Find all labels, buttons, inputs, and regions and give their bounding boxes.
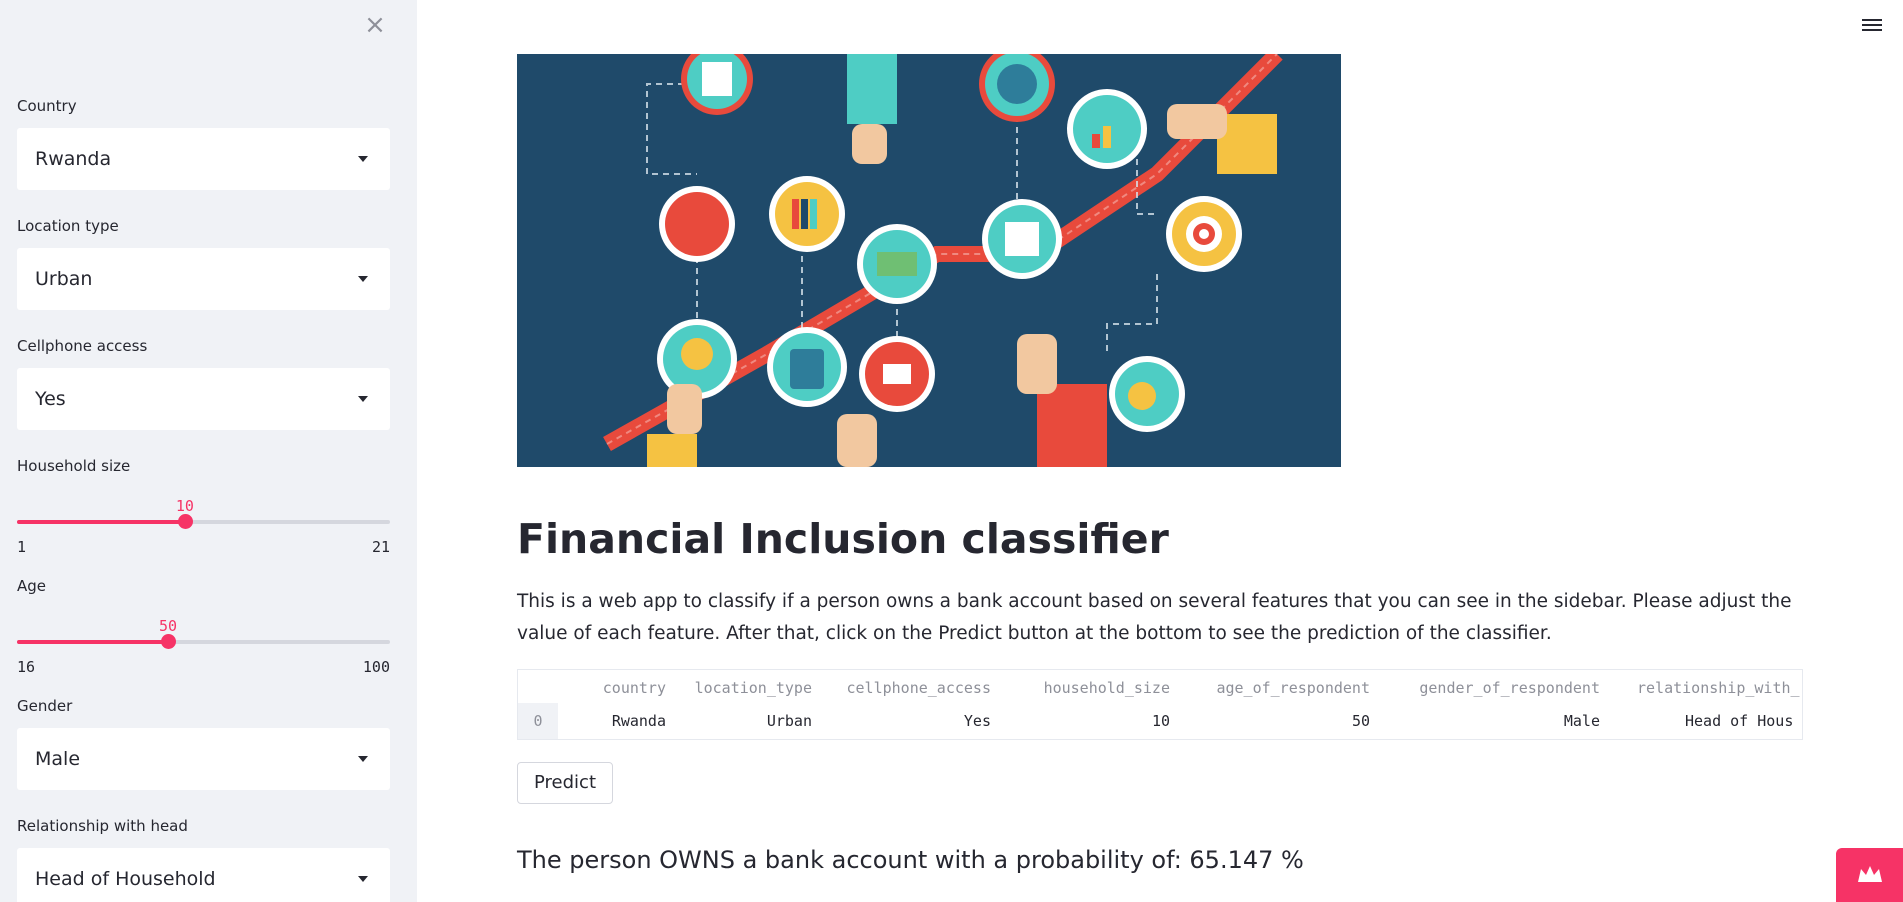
cell-age: 50 (1351, 712, 1370, 730)
household-slider-track[interactable] (17, 514, 390, 529)
crown-icon-svg (1858, 866, 1882, 882)
close-icon[interactable]: × (362, 10, 388, 40)
input-dataframe: country location_type cellphone_access h… (517, 669, 1803, 740)
location-label: Location type (17, 217, 119, 235)
chevron-down-icon (358, 756, 368, 762)
chevron-down-icon (358, 156, 368, 162)
hero-illustration (517, 54, 1341, 467)
cellphone-field: Cellphone access Yes (17, 337, 390, 430)
location-value: Urban (35, 268, 93, 290)
cellphone-select[interactable]: Yes (17, 368, 390, 430)
age-slider-value: 50 (158, 617, 178, 635)
gender-label: Gender (17, 697, 73, 715)
country-select[interactable]: Rwanda (17, 128, 390, 190)
cell-country: Rwanda (611, 712, 666, 730)
hamburger-icon[interactable] (1862, 16, 1882, 36)
column-header-country: country (602, 679, 666, 697)
column-header-location-type: location_type (694, 679, 812, 697)
gender-value: Male (35, 748, 81, 770)
country-field: Country Rwanda (17, 97, 390, 190)
age-slider-track[interactable] (17, 634, 390, 649)
household-field: Household size 10 1 21 (17, 457, 390, 556)
gender-field: Gender Male (17, 697, 390, 790)
country-label: Country (17, 97, 77, 115)
dataframe-header: country location_type cellphone_access h… (518, 670, 1802, 703)
household-slider-thumb[interactable] (177, 514, 193, 529)
age-slider-max: 100 (362, 658, 390, 676)
cell-location-type: Urban (766, 712, 812, 730)
household-slider[interactable]: 10 1 21 (17, 475, 390, 556)
country-value: Rwanda (35, 148, 112, 170)
chevron-down-icon (358, 276, 368, 282)
cell-gender: Male (1563, 712, 1600, 730)
row-index: 0 (533, 712, 543, 730)
relationship-select[interactable]: Head of Household (17, 848, 390, 902)
household-slider-max: 21 (371, 538, 390, 556)
age-slider[interactable]: 50 16 100 (17, 595, 390, 676)
table-row: 0 Rwanda Urban Yes 10 50 Male Head of Ho… (518, 703, 1802, 739)
household-slider-min: 1 (17, 538, 27, 556)
age-slider-thumb[interactable] (160, 634, 176, 649)
age-label: Age (17, 577, 47, 595)
column-header-household-size: household_size (1043, 679, 1170, 697)
household-slider-value: 10 (175, 497, 194, 515)
column-header-age: age_of_respondent (1216, 679, 1370, 697)
cell-cellphone-access: Yes (963, 712, 991, 730)
location-select[interactable]: Urban (17, 248, 390, 310)
age-slider-fill (17, 640, 168, 644)
page-title: Financial Inclusion classifier (517, 515, 1169, 563)
cellphone-value: Yes (35, 388, 66, 410)
age-field: Age 50 16 100 (17, 577, 390, 676)
cell-household-size: 10 (1151, 712, 1170, 730)
prediction-result: The person OWNS a bank account with a pr… (517, 846, 1304, 874)
relationship-field: Relationship with head Head of Household (17, 817, 390, 902)
chevron-down-icon (358, 876, 368, 882)
gender-select[interactable]: Male (17, 728, 390, 790)
column-header-relationship: relationship_with_ (1637, 679, 1800, 697)
column-header-cellphone-access: cellphone_access (846, 679, 992, 697)
household-label: Household size (17, 457, 131, 475)
column-header-gender: gender_of_respondent (1419, 679, 1600, 697)
location-field: Location type Urban (17, 217, 390, 310)
chevron-down-icon (358, 396, 368, 402)
relationship-value: Head of Household (35, 868, 216, 890)
hero-illustration-svg (517, 54, 1341, 467)
age-slider-min: 16 (17, 658, 36, 676)
cellphone-label: Cellphone access (17, 337, 148, 355)
cell-relationship: Head of Hous (1685, 712, 1794, 730)
sidebar: × Country Rwanda Location type Urban Cel… (0, 0, 417, 902)
relationship-label: Relationship with head (17, 817, 188, 835)
page-description: This is a web app to classify if a perso… (517, 591, 1792, 644)
predict-button[interactable]: Predict (517, 762, 613, 804)
crown-icon[interactable] (1836, 848, 1903, 902)
household-slider-fill (17, 520, 185, 524)
